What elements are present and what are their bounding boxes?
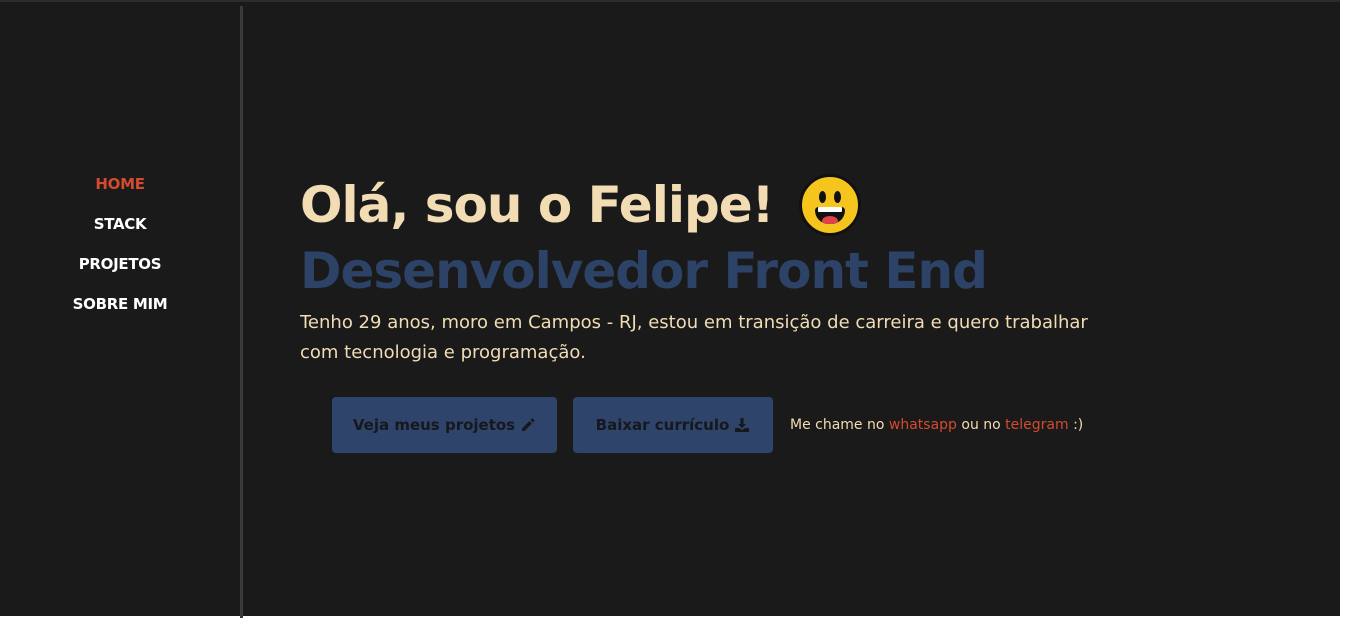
nav-item-stack[interactable]: STACK — [94, 204, 147, 244]
nav-item-home[interactable]: HOME — [95, 164, 145, 204]
hero-role: Desenvolvedor Front End — [300, 242, 988, 300]
contact-middle: ou no — [961, 417, 1001, 433]
sidebar-divider — [240, 6, 243, 618]
hero-actions: Veja meus projetos Baixar currículo Me c… — [332, 397, 1083, 453]
greeting-text: Olá, sou o Felipe! — [300, 176, 774, 234]
nav-item-projetos[interactable]: PROJETOS — [79, 244, 162, 284]
contact-text: Me chame no whatsapp ou no telegram :) — [790, 417, 1083, 433]
download-cv-label: Baixar currículo — [595, 416, 730, 434]
hero-section: Olá, sou o Felipe! Desenvolvedor Front E… — [300, 172, 1200, 368]
view-projects-label: Veja meus projetos — [352, 416, 516, 434]
hero-greeting: Olá, sou o Felipe! — [300, 172, 1200, 238]
pencil-icon — [520, 417, 536, 433]
whatsapp-link[interactable]: whatsapp — [889, 417, 957, 433]
page: HOME STACK PROJETOS SOBRE MIM Olá, sou o… — [0, 0, 1340, 618]
download-icon — [734, 417, 750, 433]
hero-bio: Tenho 29 anos, moro em Campos - RJ, esto… — [300, 312, 1088, 363]
contact-prefix: Me chame no — [790, 417, 885, 433]
telegram-link[interactable]: telegram — [1005, 417, 1068, 433]
download-cv-button[interactable]: Baixar currículo — [573, 397, 773, 453]
sidebar-nav: HOME STACK PROJETOS SOBRE MIM — [0, 4, 240, 618]
contact-suffix: :) — [1073, 417, 1084, 433]
nav-item-sobre-mim[interactable]: SOBRE MIM — [73, 284, 168, 324]
view-projects-button[interactable]: Veja meus projetos — [332, 397, 557, 453]
grinning-face-icon — [799, 174, 862, 236]
